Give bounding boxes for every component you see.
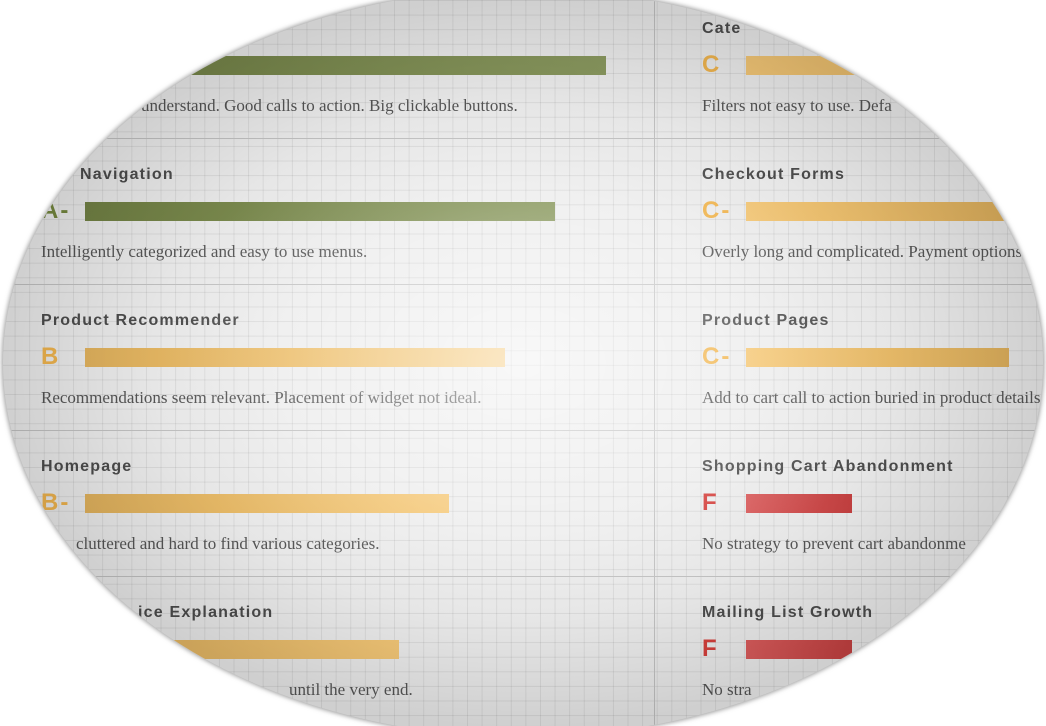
grade-bar bbox=[746, 348, 1010, 367]
grade-letter: B bbox=[41, 343, 61, 370]
item-description: cluttered and hard to find various categ… bbox=[76, 534, 380, 553]
oval-viewport: understand. Good calls to action. Big cl… bbox=[3, 0, 1043, 726]
scorecard-item-navigation: Navigation A- Intelligently categorized … bbox=[41, 138, 654, 284]
column-divider bbox=[654, 0, 655, 726]
item-title: Shopping Cart Abandonment bbox=[702, 458, 954, 475]
item-title: Checkout Forms bbox=[702, 166, 846, 183]
scorecard-item-homepage: Homepage B- cluttered and hard to find v… bbox=[41, 430, 654, 576]
item-title: Homepage bbox=[41, 458, 133, 475]
item-description: Filters not easy to use. Defa bbox=[702, 96, 892, 115]
grade-bar bbox=[85, 348, 505, 367]
item-description: Overly long and complicated. Payment opt… bbox=[702, 242, 1023, 261]
grade-bar bbox=[85, 494, 449, 513]
report-card-page: understand. Good calls to action. Big cl… bbox=[0, 0, 1046, 726]
scorecard-item-product-recommender: Product Recommender B Recommendations se… bbox=[41, 284, 654, 430]
item-title: Product Pages bbox=[702, 312, 830, 329]
item-title: Product Recommender bbox=[41, 312, 240, 329]
item-description: Intelligently categorized and easy to us… bbox=[41, 242, 368, 261]
grade-bar bbox=[746, 640, 853, 659]
item-description: Recommendations seem relevant. Placement… bbox=[41, 388, 482, 407]
item-title: Navigation bbox=[80, 166, 174, 183]
item-title: ice Explanation bbox=[138, 604, 274, 621]
grade-bar bbox=[746, 494, 853, 513]
item-description: Add to cart call to action buried in pro… bbox=[702, 388, 1041, 407]
item-title: Cate bbox=[702, 20, 742, 37]
item-description: No strategy to prevent cart abandonme bbox=[702, 534, 966, 553]
grade-bar bbox=[746, 202, 1010, 221]
grade-bar bbox=[85, 202, 556, 221]
grade-letter: C bbox=[702, 51, 722, 78]
grade-letter: C- bbox=[702, 343, 732, 370]
grade-letter: F bbox=[702, 635, 719, 662]
item-title: Mailing List Growth bbox=[702, 604, 874, 621]
grade-letter: F bbox=[702, 489, 719, 516]
item-description: understand. Good calls to action. Big cl… bbox=[141, 96, 518, 115]
grade-letter: C- bbox=[702, 197, 732, 224]
item-description: No stra bbox=[702, 680, 752, 699]
item-description: until the very end. bbox=[289, 680, 413, 699]
scorecard-item-product-pages: Product Pages C- Add to cart call to act… bbox=[702, 284, 1043, 430]
